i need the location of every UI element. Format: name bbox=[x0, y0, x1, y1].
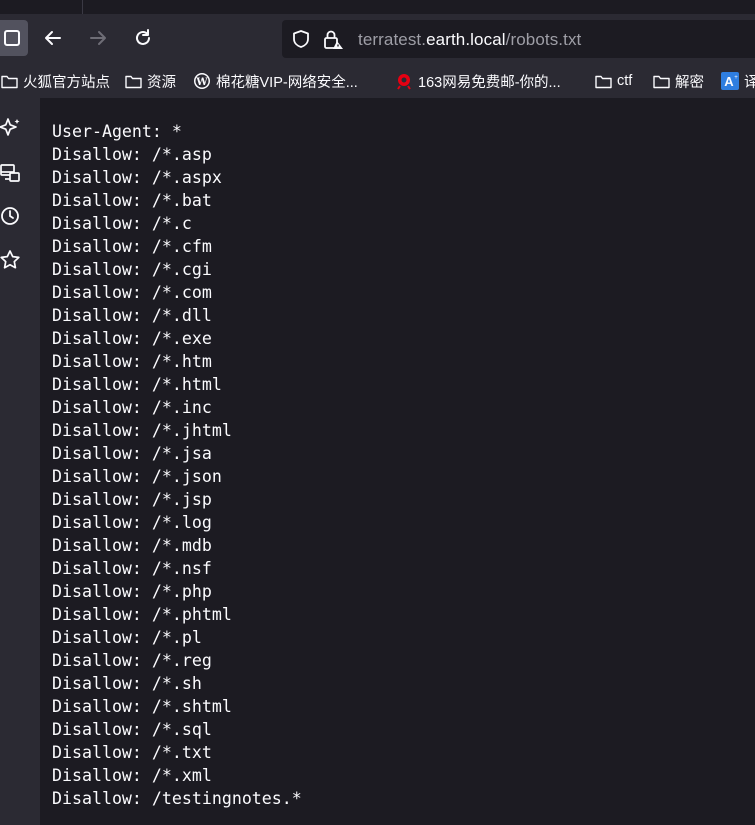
bookmarks-toolbar: 火狐官方站点 资源 W 棉花糖VIP-网络安全... 163网易免费邮-你的..… bbox=[0, 64, 755, 98]
robots-line: Disallow: /*.inc bbox=[52, 398, 212, 417]
folder-icon bbox=[652, 72, 670, 90]
page-content: User-Agent: * Disallow: /*.asp Disallow: /… bbox=[41, 98, 755, 825]
robots-line: Disallow: /*.nsf bbox=[52, 559, 212, 578]
robots-line: Disallow: /*.php bbox=[52, 582, 212, 601]
arrow-right-icon bbox=[90, 31, 106, 45]
address-bar[interactable]: terratest.earth.local/robots.txt bbox=[282, 20, 755, 58]
robots-line: Disallow: /*.shtml bbox=[52, 697, 232, 716]
insecure-lock-icon[interactable] bbox=[322, 29, 346, 55]
robots-line: Disallow: /*.com bbox=[52, 283, 212, 302]
robots-line: Disallow: /*.reg bbox=[52, 651, 212, 670]
robots-line: Disallow: /*.json bbox=[52, 467, 222, 486]
ai-sparkle-icon bbox=[0, 118, 20, 136]
robots-line: Disallow: /*.cgi bbox=[52, 260, 212, 279]
netease-icon bbox=[395, 72, 413, 90]
bookmark-folder-ctf[interactable]: ctf bbox=[594, 71, 632, 91]
robots-line: Disallow: /*.exe bbox=[52, 329, 212, 348]
robots-line: Disallow: /*.sql bbox=[52, 720, 212, 739]
translate-icon: A + bbox=[721, 72, 739, 90]
navigation-toolbar: terratest.earth.local/robots.txt bbox=[0, 14, 755, 64]
bookmark-folder-resources[interactable]: 资源 bbox=[124, 71, 176, 91]
svg-text:+: + bbox=[734, 75, 738, 81]
arrow-left-icon bbox=[45, 31, 61, 45]
sidebar-bookmarks-button[interactable] bbox=[0, 246, 24, 274]
svg-text:A: A bbox=[724, 74, 734, 89]
wordpress-icon: W bbox=[193, 72, 211, 90]
robots-line: Disallow: /*.phtml bbox=[52, 605, 232, 624]
tab-strip bbox=[0, 0, 755, 14]
reload-button[interactable] bbox=[125, 20, 161, 56]
robots-line: Disallow: /*.log bbox=[52, 513, 212, 532]
robots-line: Disallow: /*.jhtml bbox=[52, 421, 232, 440]
bookmark-wordpress-site[interactable]: W 棉花糖VIP-网络安全... bbox=[193, 71, 358, 91]
bookmark-folder-firefox[interactable]: 火狐官方站点 bbox=[0, 71, 110, 91]
forward-button[interactable] bbox=[80, 20, 116, 56]
svg-text:W: W bbox=[195, 77, 208, 88]
folder-icon bbox=[0, 72, 18, 90]
robots-line: Disallow: /*.xml bbox=[52, 766, 212, 785]
robots-line: Disallow: /*.htm bbox=[52, 352, 212, 371]
robots-line: Disallow: /*.mdb bbox=[52, 536, 212, 555]
sidebar-toggle-button[interactable] bbox=[0, 20, 28, 56]
robots-txt-content: User-Agent: * Disallow: /*.asp Disallow: /… bbox=[52, 120, 302, 810]
sidebar bbox=[0, 98, 40, 825]
robots-line: Disallow: /*.bat bbox=[52, 191, 212, 210]
robots-line: User-Agent: * bbox=[52, 122, 182, 141]
bookmark-translate[interactable]: A + 译 bbox=[721, 71, 755, 91]
robots-line: Disallow: /*.jsp bbox=[52, 490, 212, 509]
robots-line: Disallow: /*.dll bbox=[52, 306, 212, 325]
url-host: earth.local bbox=[426, 30, 506, 49]
back-button[interactable] bbox=[35, 20, 71, 56]
tracking-protection-shield-icon[interactable] bbox=[291, 29, 311, 53]
folder-icon bbox=[594, 72, 612, 90]
robots-line: Disallow: /*.jsa bbox=[52, 444, 212, 463]
robots-line: Disallow: /*.sh bbox=[52, 674, 202, 693]
reload-icon bbox=[136, 29, 150, 45]
url-text[interactable]: terratest.earth.local/robots.txt bbox=[358, 30, 581, 50]
robots-line: Disallow: /*.asp bbox=[52, 145, 212, 164]
folder-icon bbox=[124, 72, 142, 90]
robots-line: Disallow: /*.cfm bbox=[52, 237, 212, 256]
bookmarks-star-icon bbox=[0, 250, 20, 269]
robots-line: Disallow: /*.aspx bbox=[52, 168, 222, 187]
bookmark-folder-decrypt[interactable]: 解密 bbox=[652, 71, 704, 91]
robots-line: Disallow: /*.html bbox=[52, 375, 222, 394]
sidebar-synced-tabs-button[interactable] bbox=[0, 159, 24, 187]
robots-line: Disallow: /testingnotes.* bbox=[52, 789, 302, 808]
history-icon bbox=[1, 207, 19, 225]
sidebar-icon bbox=[4, 30, 20, 46]
synced-tabs-icon bbox=[0, 164, 20, 182]
tab-divider bbox=[82, 0, 83, 14]
bookmark-163-mail[interactable]: 163网易免费邮-你的... bbox=[395, 71, 561, 91]
robots-line: Disallow: /*.c bbox=[52, 214, 192, 233]
sidebar-ai-chatbot-button[interactable] bbox=[0, 114, 24, 142]
sidebar-history-button[interactable] bbox=[0, 202, 24, 230]
robots-line: Disallow: /*.pl bbox=[52, 628, 202, 647]
robots-line: Disallow: /*.txt bbox=[52, 743, 212, 762]
